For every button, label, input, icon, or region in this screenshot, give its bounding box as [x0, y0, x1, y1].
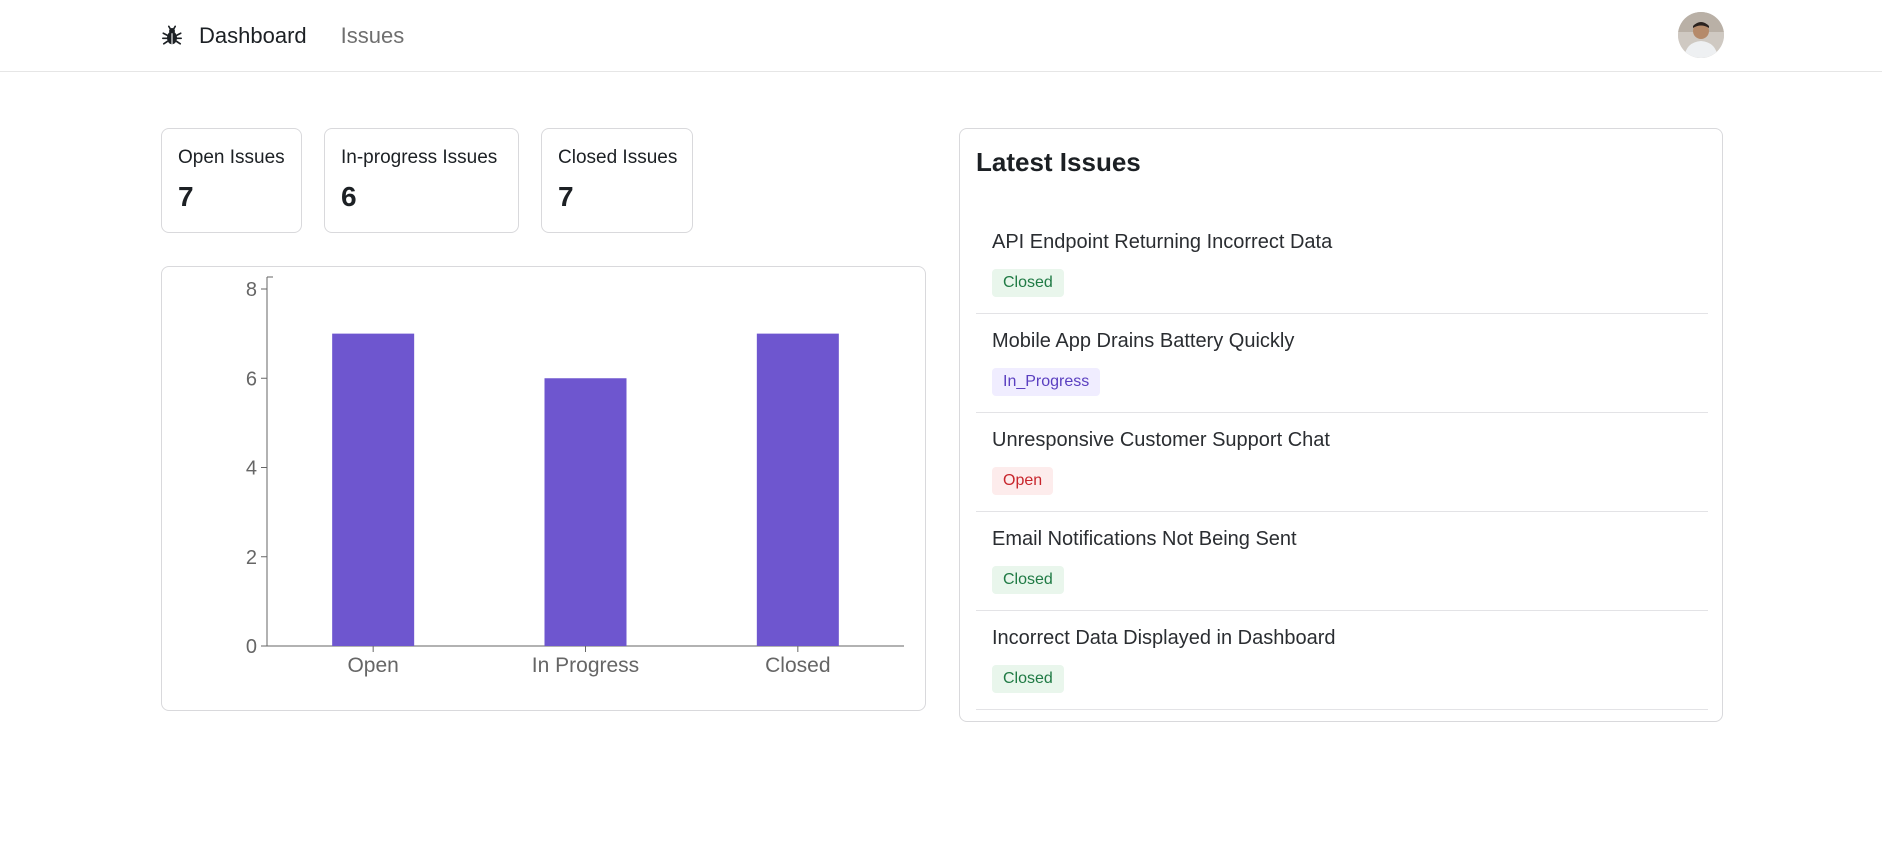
status-badge: In_Progress	[992, 368, 1101, 396]
bar-closed	[756, 333, 839, 646]
issue-title-link[interactable]: Email Notifications Not Being Sent	[992, 528, 1297, 551]
bar-open	[332, 333, 415, 646]
nav-dashboard-link[interactable]: Dashboard	[199, 23, 307, 49]
y-tick-label: 0	[246, 636, 257, 658]
stat-label: In-progress Issues	[341, 147, 498, 168]
issue-title-link[interactable]: API Endpoint Returning Incorrect Data	[992, 231, 1332, 254]
open-issues-card[interactable]: Open Issues 7	[161, 128, 302, 233]
y-tick-label: 6	[246, 368, 257, 390]
status-badge: Closed	[992, 566, 1064, 594]
issue-list-item[interactable]: API Endpoint Returning Incorrect Data Clo…	[976, 215, 1708, 314]
nav-links: Dashboard Issues	[161, 0, 438, 72]
stat-value: 7	[178, 181, 194, 212]
x-tick-label: In Progress	[532, 654, 639, 677]
stat-value: 7	[558, 181, 574, 212]
status-badge: Open	[992, 467, 1054, 495]
issues-bar-chart-card: 0 2 4 6 8 Open In Progress Closed	[161, 266, 926, 711]
bug-icon[interactable]	[161, 25, 183, 47]
latest-issues-title: Latest Issues	[976, 147, 1141, 177]
stat-label: Closed Issues	[558, 147, 678, 168]
stat-label: Open Issues	[178, 147, 285, 168]
user-avatar[interactable]	[1678, 12, 1724, 58]
issue-list-item[interactable]: Mobile App Drains Battery Quickly In_Prog…	[976, 314, 1708, 413]
issue-title-link[interactable]: Mobile App Drains Battery Quickly	[992, 330, 1294, 353]
y-tick-label: 4	[246, 458, 257, 480]
issue-list-item[interactable]: Incorrect Data Displayed in Dashboard Clo…	[976, 611, 1708, 710]
issues-bar-chart: 0 2 4 6 8 Open In Progress Closed	[246, 276, 904, 677]
issue-title-link[interactable]: Incorrect Data Displayed in Dashboard	[992, 627, 1336, 650]
closed-issues-card[interactable]: Closed Issues 7	[541, 128, 693, 233]
stat-value: 6	[341, 181, 357, 212]
nav-issues-link[interactable]: Issues	[341, 23, 405, 49]
issue-list-item[interactable]: Unresponsive Customer Support Chat Open	[976, 413, 1708, 512]
latest-issues-card: Latest Issues API Endpoint Returning Inc…	[959, 128, 1723, 722]
issue-title-link[interactable]: Unresponsive Customer Support Chat	[992, 429, 1330, 452]
in-progress-issues-card[interactable]: In-progress Issues 6	[324, 128, 519, 233]
status-badge: Closed	[992, 665, 1064, 693]
y-tick-label: 8	[246, 279, 257, 301]
x-tick-label: Open	[347, 654, 398, 677]
y-tick-label: 2	[246, 547, 257, 569]
bar-in-progress	[544, 378, 627, 646]
issue-list-item[interactable]: Email Notifications Not Being Sent Closed	[976, 512, 1708, 611]
x-tick-label: Closed	[765, 654, 830, 677]
top-navbar: Dashboard Issues	[0, 0, 1882, 72]
status-badge: Closed	[992, 269, 1064, 297]
